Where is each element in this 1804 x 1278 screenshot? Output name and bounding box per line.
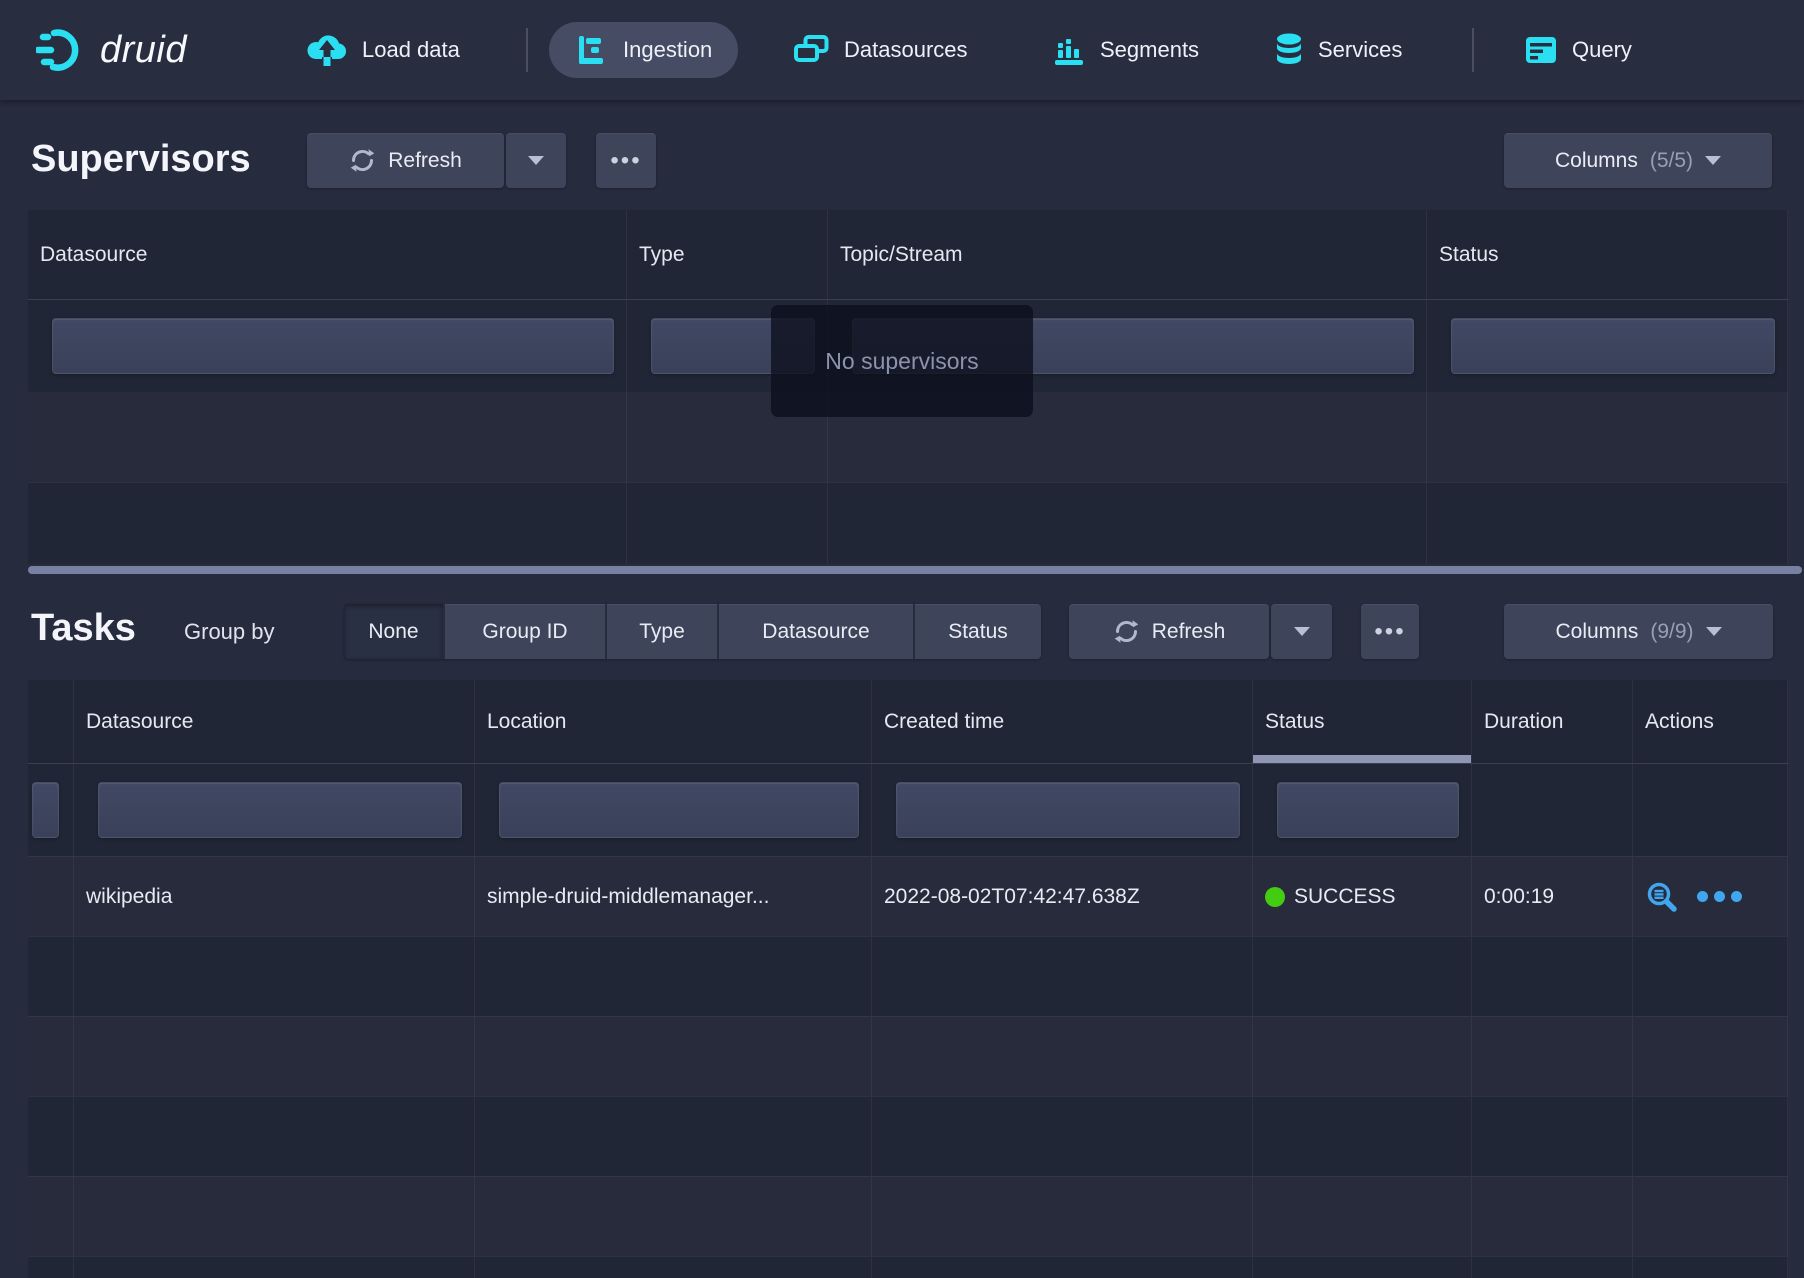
table-row xyxy=(28,1096,1788,1176)
chevron-down-icon xyxy=(1294,627,1310,636)
column-header-status[interactable]: Status xyxy=(1427,210,1788,299)
columns-label: Columns xyxy=(1555,620,1638,644)
task-status-cell[interactable]: SUCCESS xyxy=(1253,857,1472,936)
column-header-topic-stream[interactable]: Topic/Stream xyxy=(828,210,1427,299)
chevron-down-icon xyxy=(1706,627,1722,636)
task-duration-cell[interactable]: 0:00:19 xyxy=(1472,857,1633,936)
supervisors-horizontal-scrollbar[interactable] xyxy=(28,566,1802,574)
magnifier-detail-icon[interactable] xyxy=(1645,880,1679,914)
nav-item-label: Query xyxy=(1572,37,1632,63)
nav-divider xyxy=(526,28,528,72)
tasks-refresh-dropdown-button[interactable] xyxy=(1271,604,1332,659)
table-row xyxy=(28,1016,1788,1096)
column-header-location[interactable]: Location xyxy=(475,680,872,763)
brand-name: druid xyxy=(100,29,187,72)
group-by-group-id-button[interactable]: Group ID xyxy=(445,604,607,659)
columns-count: (5/5) xyxy=(1650,149,1693,173)
task-location-cell[interactable]: simple-druid-middlemanager... xyxy=(475,857,872,936)
columns-count: (9/9) xyxy=(1650,620,1693,644)
filter-input-status[interactable] xyxy=(1451,318,1775,374)
supervisors-refresh-button[interactable]: Refresh xyxy=(307,133,504,188)
druid-logo-icon xyxy=(36,26,86,74)
nav-item-query[interactable]: Query xyxy=(1524,0,1632,100)
table-row xyxy=(28,482,1788,564)
table-row xyxy=(28,1256,1788,1278)
nav-divider xyxy=(1472,28,1474,72)
group-by-status-button[interactable]: Status xyxy=(915,604,1041,659)
column-header-type[interactable]: Type xyxy=(627,210,828,299)
nav-item-services[interactable]: Services xyxy=(1274,0,1402,100)
column-header-datasource[interactable]: Datasource xyxy=(28,210,627,299)
group-by-type-button[interactable]: Type xyxy=(607,604,719,659)
task-created-time-cell[interactable]: 2022-08-02T07:42:47.638Z xyxy=(872,857,1253,936)
nav-item-label: Datasources xyxy=(844,37,968,63)
database-icon xyxy=(1274,32,1304,68)
column-header-created-time[interactable]: Created time xyxy=(872,680,1253,763)
more-icon: ••• xyxy=(610,149,641,173)
tasks-table-header: Datasource Location Created time Status … xyxy=(28,680,1788,764)
column-header-partial[interactable] xyxy=(28,680,74,763)
tasks-refresh-button[interactable]: Refresh xyxy=(1069,604,1269,659)
supervisors-title: Supervisors xyxy=(31,138,251,181)
nav-item-ingestion[interactable]: Ingestion xyxy=(549,22,738,78)
tasks-filter-row xyxy=(28,764,1788,856)
group-by-label: Group by xyxy=(184,619,275,645)
filter-input-location[interactable] xyxy=(499,782,859,838)
task-row-wikipedia[interactable]: wikipedia simple-druid-middlemanager... … xyxy=(28,856,1788,936)
console-icon xyxy=(1524,35,1558,65)
supervisors-more-button[interactable]: ••• xyxy=(596,133,656,188)
status-text: SUCCESS xyxy=(1294,885,1396,909)
gantt-chart-icon xyxy=(575,33,609,67)
column-header-duration[interactable]: Duration xyxy=(1472,680,1633,763)
filter-input-created-time[interactable] xyxy=(896,782,1240,838)
top-nav: druid Load data xyxy=(0,0,1804,100)
table-row xyxy=(28,936,1788,1016)
task-more-actions-icon[interactable] xyxy=(1697,891,1742,902)
nav-item-label: Services xyxy=(1318,37,1402,63)
filter-input-hidden-column[interactable] xyxy=(32,782,59,838)
column-header-status[interactable]: Status xyxy=(1253,680,1472,763)
status-success-dot xyxy=(1265,887,1285,907)
cloud-upload-icon xyxy=(306,32,348,68)
column-header-actions[interactable]: Actions xyxy=(1633,680,1788,763)
tasks-more-button[interactable]: ••• xyxy=(1361,604,1419,659)
nav-item-label: Ingestion xyxy=(623,37,712,63)
chevron-down-icon xyxy=(1705,156,1721,165)
tasks-table: Datasource Location Created time Status … xyxy=(28,680,1788,1278)
supervisors-refresh-dropdown-button[interactable] xyxy=(506,133,566,188)
columns-label: Columns xyxy=(1555,149,1638,173)
nav-item-load-data[interactable]: Load data xyxy=(306,0,460,100)
refresh-icon xyxy=(1113,618,1140,645)
column-header-datasource[interactable]: Datasource xyxy=(74,680,475,763)
refresh-label: Refresh xyxy=(388,149,462,173)
filter-input-datasource[interactable] xyxy=(52,318,614,374)
filter-input-status[interactable] xyxy=(1277,782,1459,838)
no-supervisors-message: No supervisors xyxy=(771,305,1033,417)
nav-item-datasources[interactable]: Datasources xyxy=(793,0,968,100)
table-row xyxy=(28,1176,1788,1256)
more-icon: ••• xyxy=(1374,620,1405,644)
bar-chart-icon xyxy=(1052,33,1086,67)
nav-item-segments[interactable]: Segments xyxy=(1052,0,1199,100)
task-datasource-cell[interactable]: wikipedia xyxy=(74,857,475,936)
tasks-title: Tasks xyxy=(31,607,136,650)
nav-item-label: Segments xyxy=(1100,37,1199,63)
chevron-down-icon xyxy=(528,156,544,165)
refresh-icon xyxy=(349,147,376,174)
nav-item-label: Load data xyxy=(362,37,460,63)
sort-indicator xyxy=(1253,755,1471,763)
group-by-button-group: None Group ID Type Datasource Status xyxy=(344,604,1041,659)
filter-input-datasource[interactable] xyxy=(98,782,462,838)
tasks-columns-button[interactable]: Columns (9/9) xyxy=(1504,604,1773,659)
druid-logo[interactable]: druid xyxy=(36,0,187,100)
refresh-label: Refresh xyxy=(1152,620,1226,644)
task-actions-cell xyxy=(1633,857,1788,936)
layers-icon xyxy=(793,34,830,67)
group-by-datasource-button[interactable]: Datasource xyxy=(719,604,915,659)
supervisors-columns-button[interactable]: Columns (5/5) xyxy=(1504,133,1772,188)
supervisors-table-header: Datasource Type Topic/Stream Status xyxy=(28,210,1788,300)
group-by-none-button[interactable]: None xyxy=(344,604,445,659)
